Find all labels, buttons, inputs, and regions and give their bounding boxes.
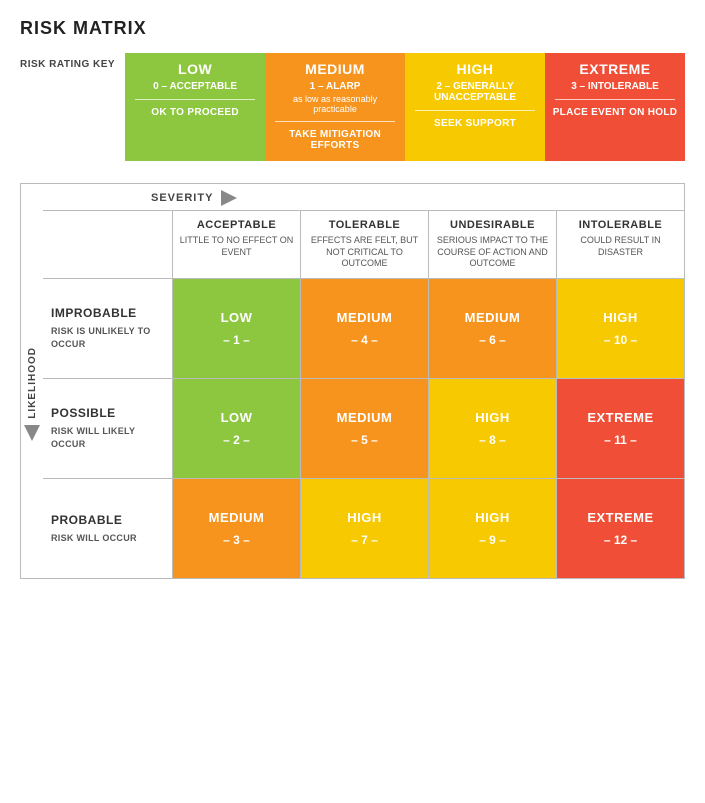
- rating-high-action: SEEK SUPPORT: [411, 118, 539, 129]
- data-cell-2-0: MEDIUM – 3 –: [173, 479, 301, 578]
- header-tolerable-title: TOLERABLE: [307, 219, 422, 231]
- cell-num-1-0: – 2 –: [223, 433, 250, 447]
- likelihood-arrow-icon: [24, 425, 40, 441]
- rating-low-num: 0 – ACCEPTABLE: [131, 81, 259, 92]
- header-acceptable-title: ACCEPTABLE: [179, 219, 294, 231]
- rating-key-label: RISK RATING KEY: [20, 53, 115, 70]
- matrix-header-row: ACCEPTABLE LITTLE TO NO EFFECT ON EVENT …: [43, 210, 684, 278]
- severity-label: SEVERITY: [151, 192, 213, 204]
- cell-label-1-2: HIGH: [475, 410, 510, 425]
- header-acceptable-sub: LITTLE TO NO EFFECT ON EVENT: [179, 235, 294, 258]
- rating-box-extreme: EXTREME 3 – INTOLERABLE PLACE EVENT ON H…: [545, 53, 685, 161]
- data-cell-1-3: EXTREME – 11 –: [557, 379, 684, 478]
- corner-cell: [43, 211, 173, 278]
- rating-low-divider: [135, 99, 255, 100]
- rating-box-medium: MEDIUM 1 – ALARP as low as reasonably pr…: [265, 53, 405, 161]
- header-undesirable-sub: SERIOUS IMPACT TO THE COURSE OF ACTION A…: [435, 235, 550, 270]
- likelihood-label: LIKELIHOOD: [27, 347, 38, 419]
- likelihood-cell-1: POSSIBLE RISK WILL LIKELY OCCUR: [43, 379, 173, 478]
- cell-label-0-2: MEDIUM: [465, 310, 521, 325]
- cell-label-2-1: HIGH: [347, 510, 382, 525]
- cell-label-0-3: HIGH: [603, 310, 638, 325]
- likelihood-sub-1: RISK WILL LIKELY OCCUR: [51, 425, 164, 450]
- cell-label-1-1: MEDIUM: [337, 410, 393, 425]
- header-col-acceptable: ACCEPTABLE LITTLE TO NO EFFECT ON EVENT: [173, 211, 301, 278]
- data-cell-0-1: MEDIUM – 4 –: [301, 279, 429, 378]
- data-cell-1-0: LOW – 2 –: [173, 379, 301, 478]
- cell-num-2-3: – 12 –: [604, 533, 637, 547]
- data-cell-2-3: EXTREME – 12 –: [557, 479, 684, 578]
- likelihood-sub-2: RISK WILL OCCUR: [51, 532, 164, 545]
- rating-box-high: HIGH 2 – GENERALLY UNACCEPTABLE SEEK SUP…: [405, 53, 545, 161]
- cell-label-0-1: MEDIUM: [337, 310, 393, 325]
- cell-label-2-3: EXTREME: [587, 510, 653, 525]
- rating-extreme-title: EXTREME: [551, 61, 679, 77]
- cell-num-0-0: – 1 –: [223, 333, 250, 347]
- header-col-undesirable: UNDESIRABLE SERIOUS IMPACT TO THE COURSE…: [429, 211, 557, 278]
- cell-num-1-2: – 8 –: [479, 433, 506, 447]
- header-col-tolerable: TOLERABLE EFFECTS ARE FELT, BUT NOT CRIT…: [301, 211, 429, 278]
- header-tolerable-sub: EFFECTS ARE FELT, BUT NOT CRITICAL TO OU…: [307, 235, 422, 270]
- data-cell-1-2: HIGH – 8 –: [429, 379, 557, 478]
- rating-medium-sub: as low as reasonably practicable: [271, 94, 399, 114]
- likelihood-side: LIKELIHOOD: [21, 210, 43, 578]
- rating-box-low: LOW 0 – ACCEPTABLE OK TO PROCEED: [125, 53, 265, 161]
- matrix-right: ACCEPTABLE LITTLE TO NO EFFECT ON EVENT …: [43, 210, 684, 578]
- rating-high-num: 2 – GENERALLY UNACCEPTABLE: [411, 81, 539, 103]
- matrix-row-0: IMPROBABLE RISK IS UNLIKELY TO OCCUR LOW – …: [43, 278, 684, 378]
- rating-extreme-num: 3 – INTOLERABLE: [551, 81, 679, 92]
- data-cell-0-2: MEDIUM – 6 –: [429, 279, 557, 378]
- severity-arrow-icon: [221, 190, 237, 206]
- rating-low-action: OK TO PROCEED: [131, 107, 259, 118]
- matrix-body-wrapper: LIKELIHOOD ACCEPTABLE LITTLE TO NO EFFEC…: [21, 210, 684, 578]
- rating-low-title: LOW: [131, 61, 259, 77]
- cell-label-0-0: LOW: [221, 310, 253, 325]
- cell-num-0-2: – 6 –: [479, 333, 506, 347]
- rating-medium-divider: [275, 121, 395, 122]
- cell-label-2-0: MEDIUM: [209, 510, 265, 525]
- header-col-intolerable: INTOLERABLE COULD RESULT IN DISASTER: [557, 211, 684, 278]
- rating-extreme-action: PLACE EVENT ON HOLD: [551, 107, 679, 118]
- cell-num-1-3: – 11 –: [604, 433, 637, 447]
- matrix-row-1: POSSIBLE RISK WILL LIKELY OCCUR LOW – 2 – ME…: [43, 378, 684, 478]
- rating-high-divider: [415, 110, 535, 111]
- cell-num-0-1: – 4 –: [351, 333, 378, 347]
- cell-label-1-0: LOW: [221, 410, 253, 425]
- data-cell-1-1: MEDIUM – 5 –: [301, 379, 429, 478]
- severity-row: SEVERITY: [21, 184, 684, 210]
- likelihood-sub-0: RISK IS UNLIKELY TO OCCUR: [51, 325, 164, 350]
- rating-key-boxes: LOW 0 – ACCEPTABLE OK TO PROCEED MEDIUM …: [125, 53, 685, 161]
- likelihood-title-0: IMPROBABLE: [51, 306, 164, 320]
- rating-medium-title: MEDIUM: [271, 61, 399, 77]
- rating-high-title: HIGH: [411, 61, 539, 77]
- likelihood-title-1: POSSIBLE: [51, 406, 164, 420]
- rating-medium-num: 1 – ALARP: [271, 81, 399, 92]
- matrix-data-rows: IMPROBABLE RISK IS UNLIKELY TO OCCUR LOW – …: [43, 278, 684, 578]
- cell-num-2-1: – 7 –: [351, 533, 378, 547]
- cell-num-1-1: – 5 –: [351, 433, 378, 447]
- data-cell-0-3: HIGH – 10 –: [557, 279, 684, 378]
- header-intolerable-sub: COULD RESULT IN DISASTER: [563, 235, 678, 258]
- likelihood-title-2: PROBABLE: [51, 513, 164, 527]
- rating-extreme-divider: [555, 99, 675, 100]
- likelihood-cell-2: PROBABLE RISK WILL OCCUR: [43, 479, 173, 578]
- cell-num-2-0: – 3 –: [223, 533, 250, 547]
- header-undesirable-title: UNDESIRABLE: [435, 219, 550, 231]
- cell-label-1-3: EXTREME: [587, 410, 653, 425]
- page-title: RISK MATRIX: [20, 18, 685, 39]
- data-cell-2-1: HIGH – 7 –: [301, 479, 429, 578]
- likelihood-cell-0: IMPROBABLE RISK IS UNLIKELY TO OCCUR: [43, 279, 173, 378]
- header-intolerable-title: INTOLERABLE: [563, 219, 678, 231]
- data-cell-2-2: HIGH – 9 –: [429, 479, 557, 578]
- matrix-section: SEVERITY LIKELIHOOD ACCEPTABLE LITTLE TO…: [20, 183, 685, 579]
- cell-label-2-2: HIGH: [475, 510, 510, 525]
- rating-medium-action: TAKE MITIGATION EFFORTS: [271, 129, 399, 151]
- cell-num-0-3: – 10 –: [604, 333, 637, 347]
- cell-num-2-2: – 9 –: [479, 533, 506, 547]
- data-cell-0-0: LOW – 1 –: [173, 279, 301, 378]
- rating-key-section: RISK RATING KEY LOW 0 – ACCEPTABLE OK TO…: [20, 53, 685, 161]
- matrix-row-2: PROBABLE RISK WILL OCCUR MEDIUM – 3 – HIGH – …: [43, 478, 684, 578]
